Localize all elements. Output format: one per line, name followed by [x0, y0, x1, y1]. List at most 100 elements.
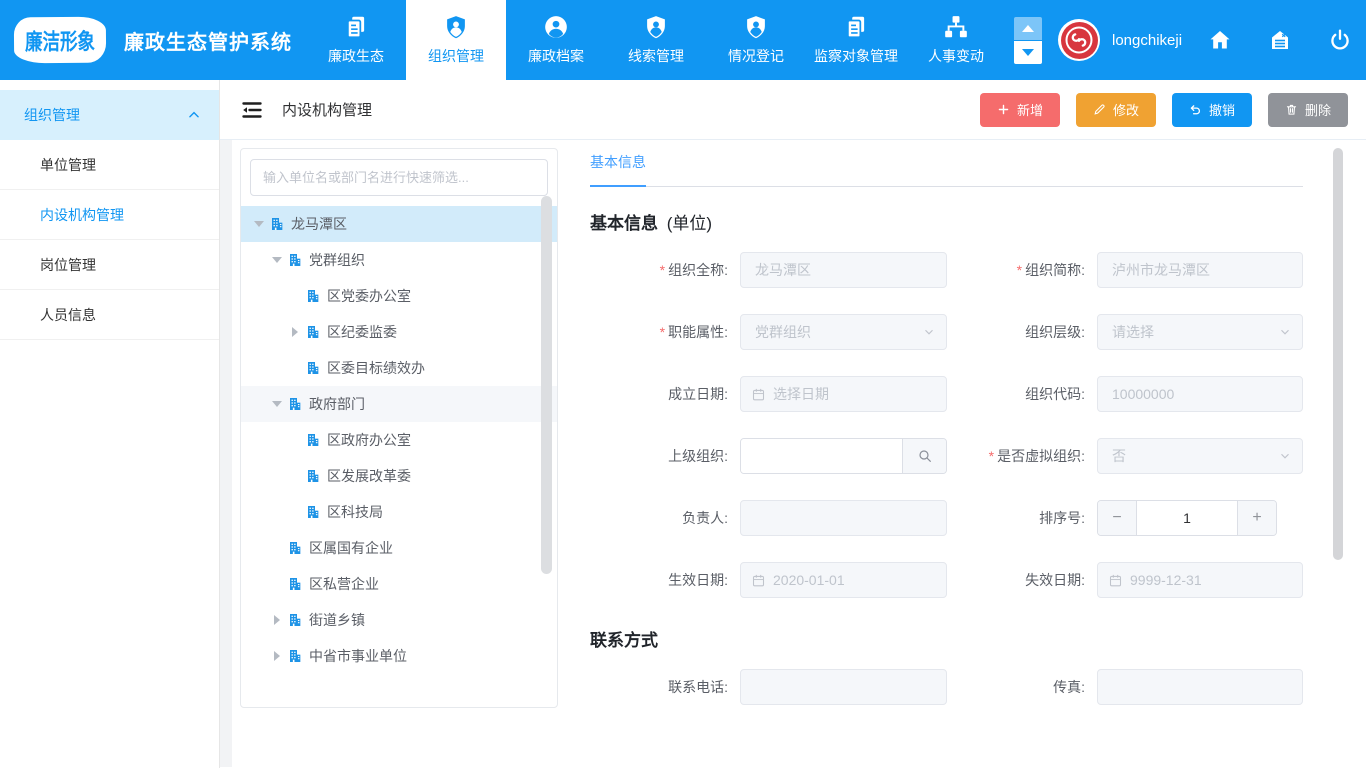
sort-no-stepper: − 1 +	[1097, 500, 1277, 536]
fax-input[interactable]	[1097, 669, 1303, 705]
building-icon	[305, 432, 321, 448]
username[interactable]: longchikeji	[1112, 32, 1182, 49]
chevron-down-icon	[1022, 49, 1034, 56]
org-full-input[interactable]	[740, 252, 947, 288]
tree-node[interactable]: 区纪委监委	[241, 314, 557, 350]
tree-node[interactable]: 中省市事业单位	[241, 638, 557, 674]
label-virtual-org: *是否虚拟组织:	[947, 438, 1097, 474]
calendar-icon	[751, 573, 766, 588]
page-scrollbar[interactable]	[1333, 148, 1343, 560]
org-level-select[interactable]: 请选择	[1097, 314, 1303, 350]
tree-node[interactable]: 党群组织	[241, 242, 557, 278]
shield-user-icon	[643, 14, 669, 40]
tree-scrollbar[interactable]	[541, 196, 552, 574]
chevron-down-icon	[1278, 325, 1292, 339]
exp-date-picker[interactable]: 9999-12-31	[1097, 562, 1303, 598]
label-eff-date: 生效日期:	[590, 562, 740, 598]
avatar-seal-icon	[1061, 22, 1098, 59]
nav-scroll-up-button[interactable]	[1014, 17, 1042, 40]
label-org-level: 组织层级:	[947, 314, 1097, 350]
menu-fold-icon[interactable]	[240, 98, 264, 122]
search-icon	[917, 448, 933, 464]
building-icon	[269, 216, 285, 232]
shield-user-icon	[743, 14, 769, 40]
tree-node[interactable]: 政府部门	[241, 386, 557, 422]
tab-basic-info[interactable]: 基本信息	[590, 152, 646, 187]
org-code-input[interactable]	[1097, 376, 1303, 412]
sidebar-item-0[interactable]: 单位管理	[0, 140, 219, 190]
power-icon[interactable]	[1328, 28, 1352, 52]
label-org-code: 组织代码:	[947, 376, 1097, 412]
stepper-minus-button[interactable]: −	[1098, 501, 1137, 535]
phone-input[interactable]	[740, 669, 947, 705]
main-body: 龙马潭区 党群组织	[220, 140, 1366, 767]
sidebar-group-label: 组织管理	[24, 105, 80, 125]
tree-node[interactable]: 区属国有企业	[241, 530, 557, 566]
sidebar-item-2[interactable]: 岗位管理	[0, 240, 219, 290]
nav-item-1[interactable]: 组织管理	[406, 0, 506, 80]
caret-placeholder	[287, 468, 303, 484]
nav-item-2[interactable]: 廉政档案	[506, 0, 606, 80]
calendar-icon	[751, 387, 766, 402]
sidebar-item-3[interactable]: 人员信息	[0, 290, 219, 340]
caret-down-icon	[251, 216, 267, 232]
chevron-up-icon	[187, 108, 201, 122]
tree-node[interactable]: 区委目标绩效办	[241, 350, 557, 386]
leader-input[interactable]	[740, 500, 947, 536]
found-date-picker[interactable]: 选择日期	[740, 376, 947, 412]
add-button[interactable]: 新增	[980, 93, 1060, 127]
tree-node[interactable]: 龙马潭区	[241, 206, 557, 242]
eff-date-picker[interactable]: 2020-01-01	[740, 562, 947, 598]
caret-placeholder	[287, 288, 303, 304]
tree-node[interactable]: 区政府办公室	[241, 422, 557, 458]
section-basic-title: 基本信息 (单位)	[590, 209, 1303, 234]
org-short-input[interactable]	[1097, 252, 1303, 288]
nav-item-0[interactable]: 廉政生态	[306, 0, 406, 80]
virtual-org-select[interactable]: 否	[1097, 438, 1303, 474]
func-attr-select[interactable]: 党群组织	[740, 314, 947, 350]
sidebar-item-1[interactable]: 内设机构管理	[0, 190, 219, 240]
logo-stamp: 廉洁形象	[14, 17, 106, 64]
calendar-icon	[1108, 573, 1123, 588]
caret-placeholder	[269, 540, 285, 556]
sitemap-icon	[943, 14, 969, 40]
tree-node[interactable]: 区科技局	[241, 494, 557, 530]
tree-node[interactable]: 街道乡镇	[241, 602, 557, 638]
page-title: 内设机构管理	[282, 99, 372, 120]
building-icon	[287, 612, 303, 628]
nav-item-6[interactable]: 人事变动	[906, 0, 1006, 80]
chevron-down-icon	[922, 325, 936, 339]
plus-icon	[997, 103, 1010, 116]
app-title: 廉政生态管护系统	[124, 26, 292, 55]
parent-org-input[interactable]	[741, 439, 902, 473]
parent-org-search-button[interactable]	[902, 439, 946, 473]
building-icon	[305, 504, 321, 520]
caret-placeholder	[287, 360, 303, 376]
delete-button[interactable]: 删除	[1268, 93, 1348, 127]
archive-icon[interactable]	[1268, 28, 1292, 52]
documents-icon	[343, 14, 369, 40]
avatar[interactable]	[1058, 19, 1100, 61]
nav-item-4[interactable]: 情况登记	[706, 0, 806, 80]
building-icon	[305, 468, 321, 484]
stepper-plus-button[interactable]: +	[1237, 501, 1276, 535]
nav-scroll-down-button[interactable]	[1014, 41, 1042, 64]
sidebar-items: 单位管理 内设机构管理 岗位管理 人员信息	[0, 140, 219, 340]
undo-button[interactable]: 撤销	[1172, 93, 1252, 127]
building-icon	[287, 396, 303, 412]
home-icon[interactable]	[1208, 28, 1232, 52]
nav-scroller	[1014, 17, 1042, 64]
sidebar-group-org-mgmt[interactable]: 组织管理	[0, 90, 219, 140]
tree-search-input[interactable]	[250, 159, 548, 196]
nav-item-3[interactable]: 线索管理	[606, 0, 706, 80]
sort-no-value[interactable]: 1	[1137, 501, 1237, 535]
edit-button[interactable]: 修改	[1076, 93, 1156, 127]
nav-item-5[interactable]: 监察对象管理	[806, 0, 906, 80]
label-fax: 传真:	[947, 669, 1097, 705]
parent-org-search-group	[740, 438, 947, 474]
tree-node[interactable]: 区党委办公室	[241, 278, 557, 314]
chevron-up-icon	[1022, 25, 1034, 32]
top-nav: 廉政生态 组织管理 廉政档案 线索管理 情况登记 监察对象管理 人事变动	[306, 0, 1006, 80]
tree-node[interactable]: 区发展改革委	[241, 458, 557, 494]
tree-node[interactable]: 区私营企业	[241, 566, 557, 602]
